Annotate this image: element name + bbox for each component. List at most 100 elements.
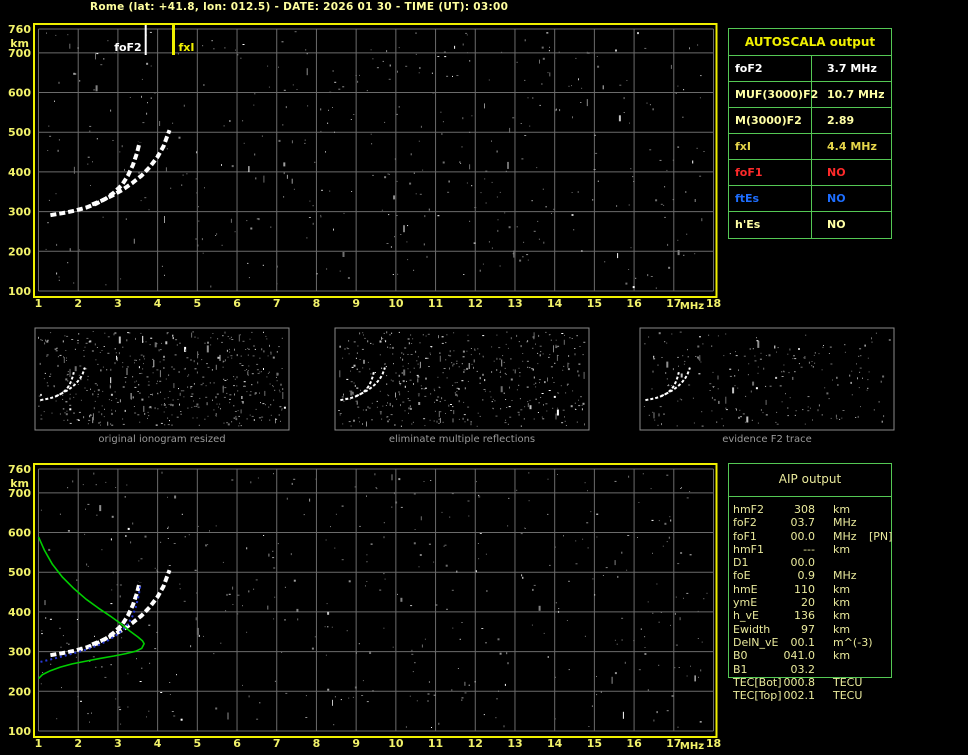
noise-dot xyxy=(133,238,135,244)
noise-dot xyxy=(306,68,308,76)
noise-dot xyxy=(221,341,223,343)
noise-dot xyxy=(405,65,408,67)
noise-dot xyxy=(370,543,373,545)
noise-dot xyxy=(538,334,540,337)
noise-dot xyxy=(366,561,368,563)
noise-dot xyxy=(75,73,77,75)
noise-dot xyxy=(366,581,368,582)
noise-dot xyxy=(882,375,885,378)
noise-dot xyxy=(789,348,791,351)
y-tick-label: 500 xyxy=(8,566,31,579)
noise-dot xyxy=(216,403,218,405)
noise-dot xyxy=(341,505,344,507)
noise-dot xyxy=(44,600,46,606)
noise-dot xyxy=(555,602,557,604)
noise-dot xyxy=(93,472,95,475)
noise-dot xyxy=(196,627,199,635)
noise-dot xyxy=(76,619,78,620)
noise-dot xyxy=(154,567,156,569)
noise-dot xyxy=(686,592,689,594)
noise-dot xyxy=(878,401,880,403)
noise-dot xyxy=(828,398,830,400)
noise-dot xyxy=(463,274,465,275)
noise-dot xyxy=(348,421,351,423)
noise-dot xyxy=(596,676,597,677)
x-tick-label: 8 xyxy=(313,297,321,310)
noise-dot xyxy=(713,399,716,401)
noise-dot xyxy=(419,67,421,69)
noise-dot xyxy=(541,83,543,85)
noise-dot xyxy=(445,359,447,361)
noise-dot xyxy=(121,637,123,639)
noise-dot xyxy=(375,487,377,489)
noise-dot xyxy=(177,399,179,400)
noise-dot xyxy=(560,385,562,387)
noise-dot xyxy=(116,401,119,403)
noise-dot xyxy=(449,516,451,518)
noise-dot xyxy=(183,104,185,107)
noise-dot xyxy=(677,146,679,148)
noise-dot xyxy=(637,32,639,35)
noise-dot xyxy=(203,84,205,86)
noise-dot xyxy=(220,642,222,644)
noise-dot xyxy=(657,364,659,366)
noise-dot xyxy=(428,543,431,545)
noise-dot xyxy=(837,384,839,386)
noise-dot xyxy=(161,342,162,344)
noise-dot xyxy=(411,649,413,652)
noise-dot xyxy=(49,135,52,137)
noise-dot xyxy=(664,186,666,188)
noise-dot xyxy=(226,593,228,596)
noise-dot xyxy=(460,163,462,164)
noise-dot xyxy=(278,66,279,68)
noise-dot xyxy=(466,350,468,352)
noise-dot xyxy=(352,393,354,395)
noise-dot xyxy=(765,355,767,356)
noise-dot xyxy=(130,397,132,400)
noise-dot xyxy=(387,346,389,348)
noise-dot xyxy=(43,411,45,413)
noise-dot xyxy=(716,421,718,423)
noise-dot xyxy=(118,352,120,355)
noise-dot xyxy=(391,506,393,508)
noise-dot xyxy=(539,345,542,347)
noise-speckle xyxy=(45,31,705,289)
trace-restored-F2-trace xyxy=(40,584,142,663)
noise-dot xyxy=(372,174,374,176)
noise-dot xyxy=(477,412,479,414)
noise-dot xyxy=(590,511,592,513)
noise-dot xyxy=(814,352,816,354)
noise-dot xyxy=(195,178,197,180)
noise-dot xyxy=(669,516,671,518)
noise-dot xyxy=(538,379,541,381)
noise-dot xyxy=(578,405,581,407)
aip-row-B1: B1 03.2 xyxy=(733,663,967,676)
noise-dot xyxy=(552,407,554,409)
noise-dot xyxy=(680,552,683,554)
noise-dot xyxy=(706,592,708,594)
noise-dot xyxy=(593,169,596,170)
noise-dot xyxy=(75,656,77,658)
noise-dot xyxy=(407,338,410,340)
noise-dot xyxy=(750,390,752,393)
noise-dot xyxy=(157,393,159,395)
noise-dot xyxy=(205,544,207,547)
noise-dot xyxy=(413,383,414,385)
noise-dot xyxy=(380,412,382,415)
noise-dot xyxy=(325,539,327,541)
noise-dot xyxy=(282,124,284,126)
noise-dot xyxy=(567,368,570,371)
noise-dot xyxy=(520,409,523,411)
x-tick-label: 13 xyxy=(507,297,522,310)
noise-dot xyxy=(436,399,438,401)
noise-dot xyxy=(160,692,163,693)
noise-dot xyxy=(674,667,676,669)
noise-dot xyxy=(86,563,88,566)
noise-dot xyxy=(416,360,418,362)
noise-dot xyxy=(64,412,66,414)
noise-dot xyxy=(248,277,250,279)
noise-dot xyxy=(165,378,167,380)
noise-dot xyxy=(523,241,525,243)
noise-dot xyxy=(198,353,199,355)
noise-dot xyxy=(614,639,616,641)
